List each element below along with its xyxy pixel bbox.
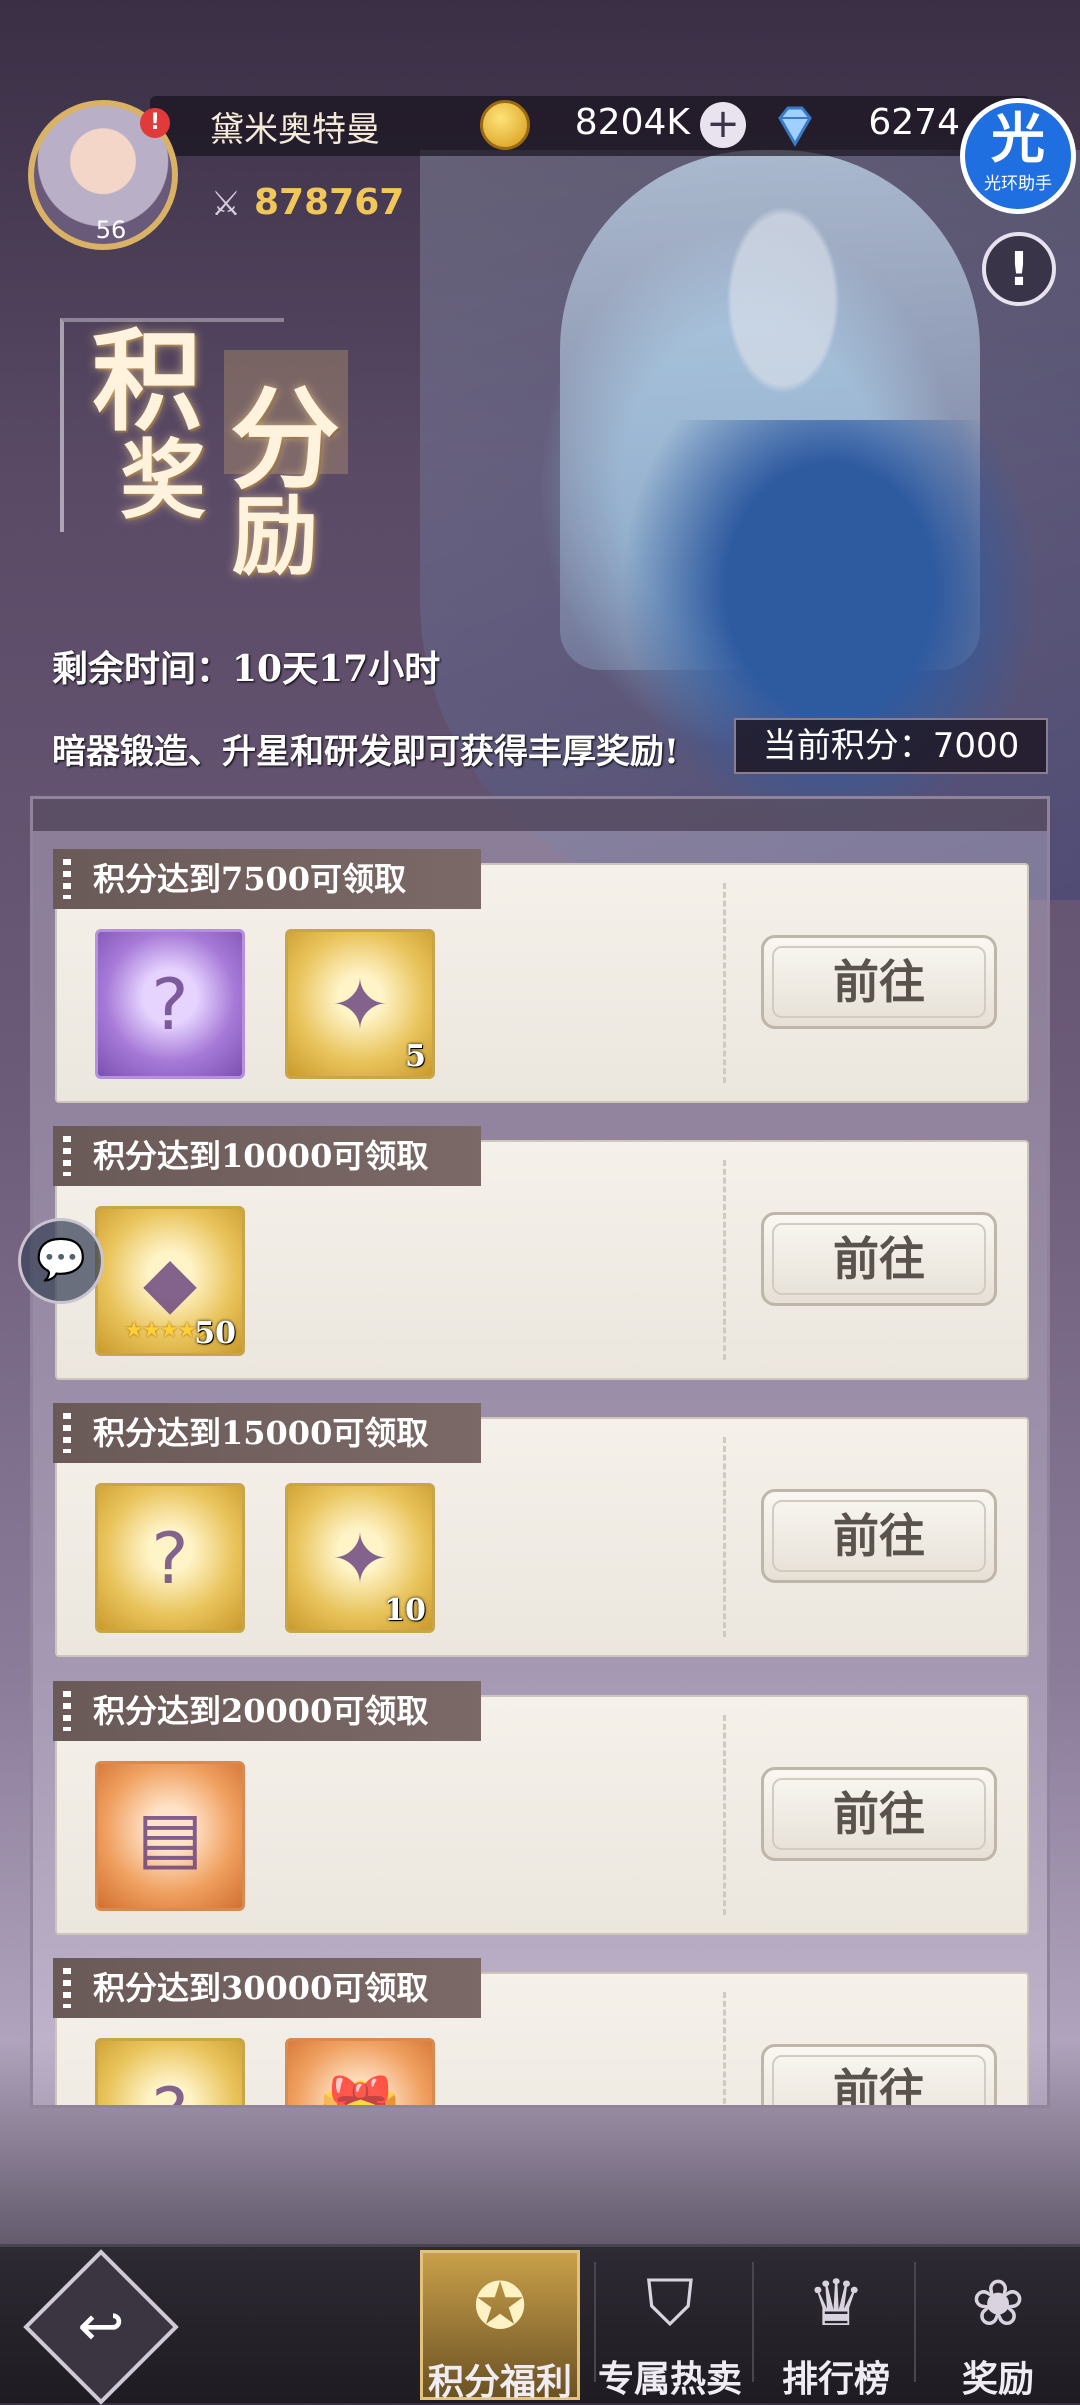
info-button[interactable]: ! [982,232,1056,306]
list-header [33,799,1047,831]
reward-title: 积分达到30000可领取 [53,1958,481,2018]
go-button[interactable]: 前往 [761,1212,997,1306]
tab-label: 积分福利 [427,2361,572,2403]
divider [723,883,726,1083]
card-icon[interactable]: ✦ 5 [285,929,435,1079]
reward-list[interactable]: 积分达到7500可领取 ? ✦ 5 前往 积分达到10000可领取 ◆ ★★★★★ 5… [30,796,1050,2108]
chat-bubble-icon[interactable]: 💬 [18,1218,104,1304]
go-button[interactable]: 前往 [761,1489,997,1583]
gold-amount: 8204K [574,102,690,143]
gift-icon[interactable]: 🎁 [285,2038,435,2105]
diamond-icon [778,106,812,148]
crossed-swords-icon: ⚔ [210,184,242,224]
go-button[interactable]: 前往 [761,2044,997,2105]
divider [723,1160,726,1360]
crystal-icon[interactable]: ◆ ★★★★★ 50 [95,1206,245,1356]
tab-points-welfare[interactable]: ✪ 积分福利 [420,2250,580,2403]
card-icon[interactable]: ✦ 10 [285,1483,435,1633]
lucky-bag-icon[interactable]: ? [95,1483,245,1633]
reward-card: 积分达到30000可领取 ? 🎁 前往 [53,1958,1029,2105]
reward-title-text: 积分达到7500可领取 [93,860,407,898]
reward-card: 积分达到7500可领取 ? ✦ 5 前往 [53,849,1029,1103]
event-description: 暗器锻造、升星和研发即可获得丰厚奖励! [52,732,679,772]
player-level: 56 [95,216,127,244]
reward-card: 积分达到20000可领取 ▤ 前往 [53,1681,1029,1935]
halo-assistant-logo: 光 [991,107,1045,170]
reward-card: 积分达到15000可领取 ? ✦ 10 前往 [53,1403,1029,1657]
reward-title: 积分达到20000可领取 [53,1681,481,1741]
item-quantity: 10 [384,1593,426,1628]
divider [723,1715,726,1915]
reward-title: 积分达到7500可领取 [53,849,481,909]
tab-rewards[interactable]: ❀ 奖励 [918,2250,1078,2400]
tab-label: 排行榜 [781,2358,890,2400]
reward-title-text: 积分达到10000可领取 [93,1137,429,1175]
lucky-bag-icon[interactable]: ? [95,929,245,1079]
avatar-alert-badge: ! [140,108,170,138]
card-pack-icon[interactable]: ▤ [95,1761,245,1911]
divider [723,1992,726,2105]
halo-assistant-label: 光环助手 [984,174,1052,194]
medal-icon: ❀ [971,2267,1025,2341]
player-name: 黛米奥特曼 [210,110,380,150]
diamond-amount: 6274 [868,102,960,143]
reward-title: 积分达到15000可领取 [53,1403,481,1463]
title-char-4: 励 [232,486,318,587]
item-quantity: 50 [194,1316,236,1351]
tab-leaderboard[interactable]: ♛ 排行榜 [756,2250,916,2400]
shield-icon: ⛉ [646,2267,694,2341]
tab-label: 专属热卖 [597,2358,742,2400]
remaining-time: 剩余时间：10天17小时 [52,648,441,690]
reward-title-text: 积分达到30000可领取 [93,1969,429,2007]
item-quantity: 5 [405,1039,426,1074]
character-dress [620,420,1040,840]
current-points: 当前积分：7000 [734,718,1048,774]
reward-title-text: 积分达到15000可领取 [93,1414,429,1452]
tab-label: 奖励 [961,2358,1034,2400]
tab-exclusive-sale[interactable]: ⛉ 专属热卖 [590,2250,750,2400]
halo-assistant-button[interactable]: 光 光环助手 [960,98,1076,214]
title-char-3: 奖 [120,430,206,531]
reward-title: 积分达到10000可领取 [53,1126,481,1186]
add-currency-button[interactable]: + [700,102,746,148]
crest-icon: ♛ [807,2267,865,2341]
go-button[interactable]: 前往 [761,935,997,1029]
divider [723,1437,726,1637]
star-badge-icon: ✪ [473,2270,527,2344]
reward-card: 积分达到10000可领取 ◆ ★★★★★ 50 前往 [53,1126,1029,1380]
reward-title-text: 积分达到20000可领取 [93,1692,429,1730]
back-button[interactable]: ↩ [46,2272,156,2382]
combat-power: 878767 [254,182,405,223]
gold-coin-icon [480,100,530,150]
lucky-bag-icon[interactable]: ? [95,2038,245,2105]
go-button[interactable]: 前往 [761,1767,997,1861]
